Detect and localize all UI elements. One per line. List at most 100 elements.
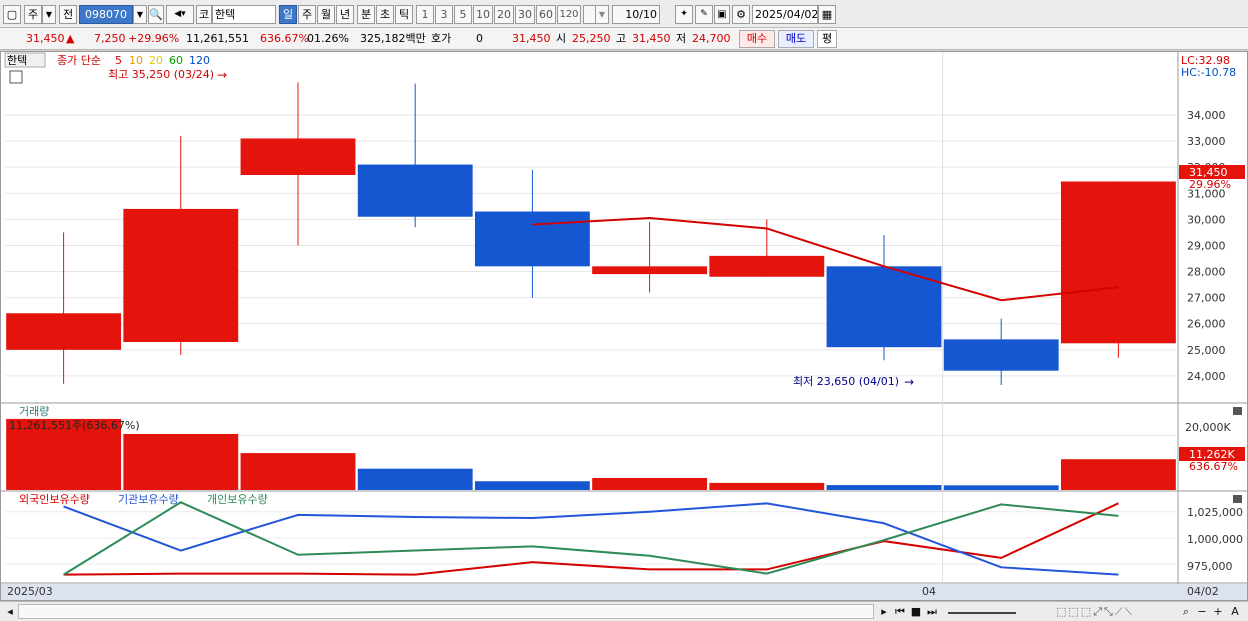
- save-icon[interactable]: ▣: [714, 5, 730, 24]
- tab-week[interactable]: 주: [298, 5, 316, 24]
- hoga-label: 호가: [431, 32, 452, 45]
- price-y-tick: 34,000: [1187, 109, 1226, 122]
- drawing-tools-icon[interactable]: ⬚⬚⬚⤢⤡⟋⟍: [1020, 604, 1170, 619]
- high-note: 최고 35,250 (03/24): [108, 68, 214, 81]
- horizontal-scrollbar[interactable]: [18, 604, 874, 619]
- interval-10[interactable]: 10: [473, 5, 493, 24]
- low-arrow-icon: →: [904, 375, 914, 389]
- volume-bar: [709, 482, 825, 490]
- search-icon[interactable]: 🔍: [148, 5, 164, 24]
- holding-panel-close-icon[interactable]: [1233, 495, 1242, 503]
- open-label: 시: [556, 32, 567, 45]
- current-pct-label: 29.96%: [1189, 178, 1231, 191]
- count-field[interactable]: 10/10: [612, 5, 660, 24]
- scroll-left-icon[interactable]: ◂: [4, 604, 16, 619]
- zoom-slider[interactable]: [948, 604, 1016, 614]
- volume-bar: [357, 468, 473, 490]
- code-input[interactable]: 098070: [79, 5, 133, 24]
- trade-amount: 325,182백만: [360, 32, 426, 45]
- window-icon[interactable]: ▢: [3, 5, 21, 24]
- price-y-tick: 26,000: [1187, 318, 1226, 331]
- panel-menu-icon[interactable]: [9, 70, 23, 84]
- ma-20-label: 20: [149, 54, 163, 67]
- volume-bar: [123, 433, 239, 490]
- interval-30[interactable]: 30: [515, 5, 535, 24]
- sell-button[interactable]: 매도: [778, 30, 814, 48]
- tab-minute[interactable]: 분: [357, 5, 375, 24]
- rewind-icon[interactable]: ⏮: [893, 604, 907, 619]
- change-value: 7,250: [94, 32, 126, 45]
- prev-button[interactable]: 전: [59, 5, 77, 24]
- price-y-tick: 24,000: [1187, 370, 1226, 383]
- candle-body: [592, 266, 708, 275]
- volume-bar: [474, 481, 590, 490]
- holding-y-tick-3: 975,000: [1187, 560, 1233, 573]
- buy-button[interactable]: 매수: [739, 30, 775, 48]
- x-axis-mid-label: 04: [922, 585, 936, 598]
- forward-icon[interactable]: ⏭: [925, 604, 939, 619]
- candle-body: [240, 138, 356, 175]
- tools-icon[interactable]: ✦: [675, 5, 693, 24]
- volume-value: 11,261,551: [186, 32, 249, 45]
- high-arrow-icon: →: [217, 68, 227, 82]
- text-tool-icon[interactable]: A: [1228, 604, 1242, 619]
- interval-5[interactable]: 5: [454, 5, 472, 24]
- code-dropdown-icon[interactable]: ▼: [133, 5, 147, 24]
- volume-note: 11,261,551주(636.67%): [9, 419, 140, 432]
- toolbar: ▢ 주 ▼ 전 098070 ▼ 🔍 ◀▾ 코 한텍 일 주 월 년 분 초 틱…: [0, 0, 1248, 28]
- ma-60-label: 60: [169, 54, 183, 67]
- turnover-rate: 01.26%: [307, 32, 349, 45]
- code-mode-button[interactable]: 코: [196, 5, 212, 24]
- open-price: 25,250: [572, 32, 611, 45]
- count-value: 10: [625, 8, 640, 21]
- minus-icon[interactable]: −: [1196, 604, 1208, 619]
- date-field[interactable]: 2025/04/02: [752, 5, 818, 24]
- hoga-value: 0: [476, 32, 483, 45]
- period-select[interactable]: 주: [24, 5, 42, 24]
- ask-price: 31,450: [512, 32, 551, 45]
- stock-name-field[interactable]: 한텍: [212, 5, 276, 24]
- interval-20[interactable]: 20: [494, 5, 514, 24]
- tab-month[interactable]: 월: [317, 5, 335, 24]
- custom-interval-dropdown-icon[interactable]: ▼: [595, 5, 609, 24]
- change-percent: +29.96%: [128, 32, 180, 45]
- holding-y-tick-1: 1,025,000: [1187, 506, 1243, 519]
- zoom-icon[interactable]: ⌕: [1180, 604, 1192, 619]
- volume-panel-close-icon[interactable]: [1233, 407, 1242, 415]
- tab-second[interactable]: 초: [376, 5, 394, 24]
- tab-year[interactable]: 년: [336, 5, 354, 24]
- low-price: 24,700: [692, 32, 731, 45]
- draw-icon[interactable]: ✎: [695, 5, 713, 24]
- stop-icon[interactable]: ■: [909, 604, 923, 619]
- volume-bar: [1060, 459, 1176, 490]
- calendar-icon[interactable]: ▦: [818, 5, 836, 24]
- interval-120[interactable]: 120: [557, 5, 581, 24]
- legend-foreign: 외국인보유수량: [19, 493, 90, 506]
- up-arrow-icon: ▲: [66, 32, 75, 45]
- candle-body: [943, 339, 1059, 371]
- plus-icon[interactable]: +: [1212, 604, 1224, 619]
- stock-tag: 한텍: [7, 54, 27, 67]
- avg-button[interactable]: 평: [817, 30, 837, 48]
- tab-tick[interactable]: 틱: [395, 5, 413, 24]
- hc-label: HC:-10.78: [1181, 66, 1236, 79]
- ma-10-label: 10: [129, 54, 143, 67]
- low-label: 저: [676, 32, 687, 45]
- interval-60[interactable]: 60: [536, 5, 556, 24]
- x-axis-right-label: 04/02: [1187, 585, 1219, 598]
- chart-area[interactable]: 34,00033,00032,00031,00030,00029,00028,0…: [0, 51, 1248, 601]
- sound-icon[interactable]: ◀▾: [166, 5, 194, 24]
- legend-individual: 개인보유수량: [207, 493, 268, 506]
- price-y-tick: 30,000: [1187, 213, 1226, 226]
- high-price: 31,450: [632, 32, 671, 45]
- interval-1[interactable]: 1: [416, 5, 434, 24]
- candle-body: [474, 211, 590, 267]
- tab-day[interactable]: 일: [279, 5, 297, 24]
- gear-icon[interactable]: ⚙: [732, 5, 750, 24]
- volume-bar: [826, 485, 942, 490]
- x-axis-left-label: 2025/03: [7, 585, 53, 598]
- scroll-right-icon[interactable]: ▸: [878, 604, 890, 619]
- ma-5-label: 5: [115, 54, 122, 67]
- chevron-down-icon[interactable]: ▼: [42, 5, 56, 24]
- interval-3[interactable]: 3: [435, 5, 453, 24]
